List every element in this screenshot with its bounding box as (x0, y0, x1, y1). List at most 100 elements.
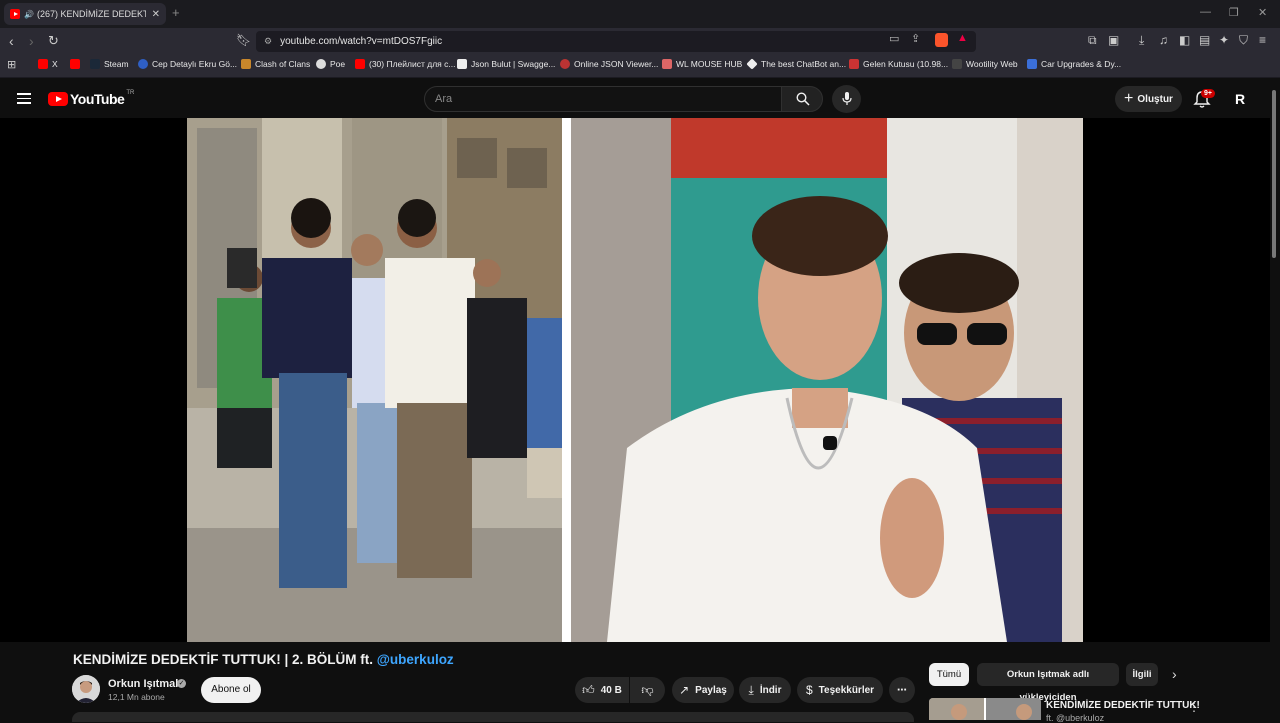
youtube-logo[interactable]: YouTube TR (48, 90, 135, 107)
filter-chip-uploader[interactable]: Orkun Işıtmak adlı yükleyiciden (977, 663, 1119, 703)
back-icon[interactable]: ‹ (9, 33, 14, 49)
tab-search-icon[interactable]: ▣ (1108, 33, 1119, 47)
video-player[interactable] (0, 118, 1270, 642)
microphone-icon (842, 92, 852, 105)
share-button[interactable]: ↗ Paylaş (672, 677, 734, 703)
brave-shields-icon[interactable] (935, 33, 948, 47)
window-close-icon[interactable]: ✕ (1258, 6, 1267, 19)
youtube-favicon-icon (10, 9, 20, 19)
filter-chip-all[interactable]: Tümü (929, 663, 969, 686)
bookmark-item[interactable]: WL MOUSE HUB (662, 59, 742, 69)
reload-icon[interactable]: ↻ (48, 33, 59, 49)
chatbot-icon (746, 58, 758, 70)
youtube-favicon-icon (355, 59, 365, 69)
channel-avatar[interactable] (72, 675, 100, 703)
clash-of-clans-icon (241, 59, 251, 69)
bookmark-item[interactable]: Json Bulut | Swagge... (457, 59, 555, 69)
page-scrollbar[interactable] (1272, 90, 1276, 258)
bookmark-item[interactable]: X (38, 59, 58, 69)
speaker-icon[interactable]: 🔊 (24, 10, 34, 19)
bookmark-item[interactable]: The best ChatBot an... (746, 58, 846, 70)
car-upgrades-icon (1027, 59, 1037, 69)
brave-rewards-icon[interactable]: ▲ (957, 32, 968, 44)
steam-icon (90, 59, 100, 69)
cast-icon[interactable]: ▭ (889, 32, 899, 45)
more-vert-icon[interactable]: ⋮ (1188, 700, 1200, 714)
close-tab-icon[interactable]: ✕ (152, 9, 160, 20)
create-button[interactable]: + Oluştur (1115, 86, 1182, 112)
globe-icon (138, 59, 148, 69)
subscribe-button[interactable]: Abone ol (201, 677, 261, 703)
notification-badge: 9+ (1201, 89, 1215, 98)
like-button[interactable]: 👍︎ 40 B (575, 677, 629, 703)
recommended-video-thumbnail[interactable] (929, 698, 1041, 720)
bookmark-item[interactable]: Online JSON Viewer... (560, 59, 658, 69)
forward-icon[interactable]: › (29, 33, 34, 49)
thanks-label: Teşekkürler (818, 684, 875, 696)
youtube-favicon-icon (38, 59, 48, 69)
bookmark-item[interactable]: (30) Плейлист для с... (355, 59, 455, 69)
json-bulut-icon (457, 59, 467, 69)
youtube-favicon-icon (70, 59, 80, 69)
video-title-mention-link[interactable]: @uberkuloz (377, 652, 454, 667)
download-icon: ⤓ (748, 682, 754, 697)
search-button[interactable] (781, 86, 823, 112)
thumbs-down-icon: 👎︎ (641, 682, 654, 697)
bookmarks-bar: ⊞ X Steam Cep Detaylı Ekru Gö... Clash o… (0, 54, 1280, 78)
bookmark-item[interactable]: Wootility Web (952, 59, 1018, 69)
voice-search-button[interactable] (832, 85, 861, 113)
bookmark-item[interactable]: Clash of Clans (241, 59, 310, 69)
download-label: İndir (759, 684, 782, 696)
filter-chip-related[interactable]: İlgili (1126, 663, 1158, 686)
restore-icon[interactable]: ❐ (1229, 6, 1239, 19)
minimize-icon[interactable]: — (1200, 6, 1211, 18)
wootility-icon (952, 59, 962, 69)
description-box[interactable] (72, 712, 914, 722)
media-icon[interactable]: ♫ (1159, 33, 1168, 47)
verified-badge-icon: ✓ (177, 679, 186, 688)
thanks-button[interactable]: $ Teşekkürler (797, 677, 883, 703)
downloads-icon[interactable]: ⤓ (1139, 33, 1144, 48)
tab-title: (267) KENDİMİZE DEDEKTİF T... (36, 9, 146, 19)
download-button[interactable]: ⤓ İndir (739, 677, 791, 703)
sidebar-toggle-icon[interactable]: ◧ (1179, 33, 1190, 47)
leo-ai-icon[interactable]: ✦ (1219, 33, 1229, 47)
hamburger-menu-icon[interactable] (17, 93, 31, 104)
new-tab-icon[interactable]: + (172, 5, 180, 20)
dislike-button[interactable]: 👎︎ (630, 677, 665, 703)
recommended-video-title[interactable]: KENDİMİZE DEDEKTİF TUTTUK! (1046, 700, 1200, 711)
browser-tab-bar: 🔊 (267) KENDİMİZE DEDEKTİF T... ✕ + — ❐ … (0, 0, 1280, 28)
video-title-text: KENDİMİZE DEDEKTİF TUTTUK! | 2. BÖLÜM ft… (73, 652, 377, 667)
more-icon: ⋯ (897, 684, 907, 696)
share-page-icon[interactable]: ⇪ (911, 32, 920, 45)
bookmark-item[interactable]: Cep Detaylı Ekru Gö... (138, 59, 237, 69)
chevron-right-icon[interactable]: › (1172, 666, 1177, 682)
url-text: youtube.com/watch?v=mtDOS7Fgiic (280, 36, 443, 47)
bookmark-icon[interactable]: 🔖︎ (236, 33, 251, 47)
browser-menu-icon[interactable]: ≡ (1259, 33, 1266, 47)
extensions-icon[interactable]: ⧉ (1088, 33, 1097, 48)
search-input[interactable]: Ara (424, 86, 782, 112)
wallet-icon[interactable]: ▤ (1199, 33, 1210, 47)
browser-toolbar: ‹ › ↻ 🔖︎ ⚙ youtube.com/watch?v=mtDOS7Fgi… (0, 28, 1280, 54)
bookmark-item[interactable] (70, 59, 84, 69)
browser-tab-youtube[interactable]: 🔊 (267) KENDİMİZE DEDEKTİF T... ✕ (4, 3, 166, 25)
site-info-icon[interactable]: ⚙ (264, 36, 272, 47)
bookmark-item[interactable]: Gelen Kutusu (10.98... (849, 59, 948, 69)
account-avatar[interactable]: R (1230, 89, 1250, 109)
thanks-icon: $ (805, 683, 813, 697)
vpn-icon[interactable]: ⛉ (1239, 33, 1248, 48)
channel-name[interactable]: Orkun Işıtmak (108, 678, 181, 690)
country-code: TR (126, 90, 135, 96)
bookmark-item[interactable]: Car Upgrades & Dy... (1027, 59, 1121, 69)
youtube-header: YouTube TR Ara + Oluştur 9+ R (0, 79, 1280, 119)
apps-grid-icon[interactable]: ⊞ (7, 58, 16, 71)
video-frame[interactable] (187, 118, 1083, 642)
more-actions-button[interactable]: ⋯ (889, 677, 915, 703)
plus-icon: + (1124, 90, 1134, 107)
mail-icon (849, 59, 859, 69)
address-bar[interactable]: ⚙ youtube.com/watch?v=mtDOS7Fgiic (256, 31, 976, 52)
bookmark-item[interactable]: Steam (90, 59, 129, 69)
share-icon: ↗ (679, 683, 690, 697)
bookmark-item[interactable]: Poe (316, 59, 345, 69)
